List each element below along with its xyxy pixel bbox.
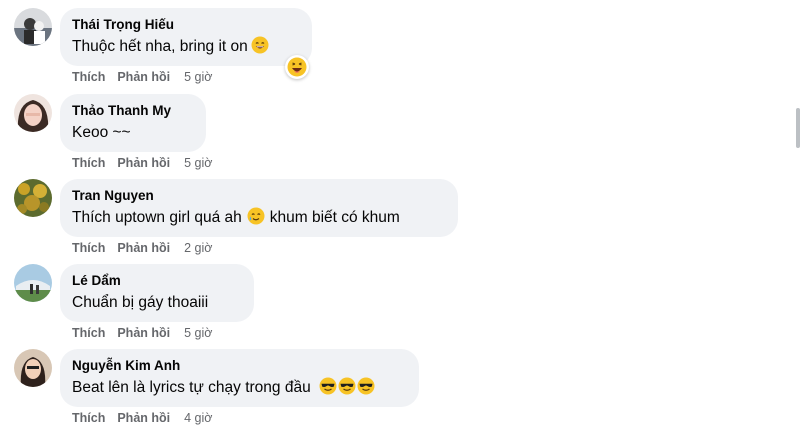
like-button[interactable]: Thích bbox=[72, 241, 105, 255]
reply-button[interactable]: Phản hồi bbox=[117, 326, 170, 340]
comment-author[interactable]: Thái Trọng Hiếu bbox=[72, 16, 300, 34]
comment-actions: Thích Phản hồi 5 giờ bbox=[72, 156, 212, 170]
sunglasses-emoji bbox=[338, 377, 356, 402]
comment-bubble: Tran Nguyen Thích uptown girl quá ah khu… bbox=[60, 179, 458, 237]
comment-text: Chuẩn bị gáy thoaiii bbox=[72, 294, 209, 311]
like-button[interactable]: Thích bbox=[72, 70, 105, 84]
comment-author[interactable]: Lé Dẩm bbox=[72, 272, 242, 290]
comment-time[interactable]: 2 giờ bbox=[184, 241, 212, 255]
comment-actions: Thích Phản hồi 2 giờ bbox=[72, 241, 212, 255]
reply-button[interactable]: Phản hồi bbox=[117, 70, 170, 84]
comment-text: Thuộc hết nha, bring it on bbox=[72, 36, 300, 61]
avatar[interactable] bbox=[14, 94, 52, 132]
avatar[interactable] bbox=[14, 264, 52, 302]
comment-bubble: Nguyễn Kim Anh Beat lên là lyrics tự chạ… bbox=[60, 349, 419, 407]
avatar[interactable] bbox=[14, 349, 52, 387]
grin-emoji bbox=[251, 36, 269, 61]
comment-author[interactable]: Tran Nguyen bbox=[72, 187, 446, 205]
comment-author[interactable]: Nguyễn Kim Anh bbox=[72, 357, 407, 375]
laughing-reaction-icon[interactable] bbox=[285, 55, 309, 79]
like-button[interactable]: Thích bbox=[72, 411, 105, 425]
comment-bubble: Thảo Thanh My Keoo ~~ bbox=[60, 94, 206, 152]
comment-author[interactable]: Thảo Thanh My bbox=[72, 102, 194, 120]
comment-actions: Thích Phản hồi 5 giờ bbox=[72, 326, 212, 340]
sunglasses-emoji bbox=[319, 377, 337, 402]
avatar[interactable] bbox=[14, 179, 52, 217]
comment-bubble: Lé Dẩm Chuẩn bị gáy thoaiii bbox=[60, 264, 254, 322]
comment-time[interactable]: 5 giờ bbox=[184, 156, 212, 170]
comment-time[interactable]: 4 giờ bbox=[184, 411, 212, 425]
like-button[interactable]: Thích bbox=[72, 156, 105, 170]
reply-button[interactable]: Phản hồi bbox=[117, 411, 170, 425]
reply-button[interactable]: Phản hồi bbox=[117, 156, 170, 170]
tear-smile-emoji bbox=[247, 207, 265, 232]
comment-bubble: Thái Trọng Hiếu Thuộc hết nha, bring it … bbox=[60, 8, 312, 66]
reply-button[interactable]: Phản hồi bbox=[117, 241, 170, 255]
comment-time[interactable]: 5 giờ bbox=[184, 70, 212, 84]
comment-text: Keoo ~~ bbox=[72, 124, 131, 141]
sunglasses-emoji bbox=[357, 377, 375, 402]
emoji-group bbox=[315, 377, 375, 396]
scrollbar[interactable] bbox=[796, 0, 800, 433]
comment-time[interactable]: 5 giờ bbox=[184, 326, 212, 340]
comment-actions: Thích Phản hồi 4 giờ bbox=[72, 411, 212, 425]
comment-actions: Thích Phản hồi 5 giờ bbox=[72, 70, 212, 84]
scrollbar-thumb[interactable] bbox=[796, 108, 800, 148]
comment-text: Beat lên là lyrics tự chạy trong đầu bbox=[72, 377, 407, 402]
comment-text: Thích uptown girl quá ah khum biết có kh… bbox=[72, 207, 446, 232]
like-button[interactable]: Thích bbox=[72, 326, 105, 340]
avatar[interactable] bbox=[14, 8, 52, 46]
